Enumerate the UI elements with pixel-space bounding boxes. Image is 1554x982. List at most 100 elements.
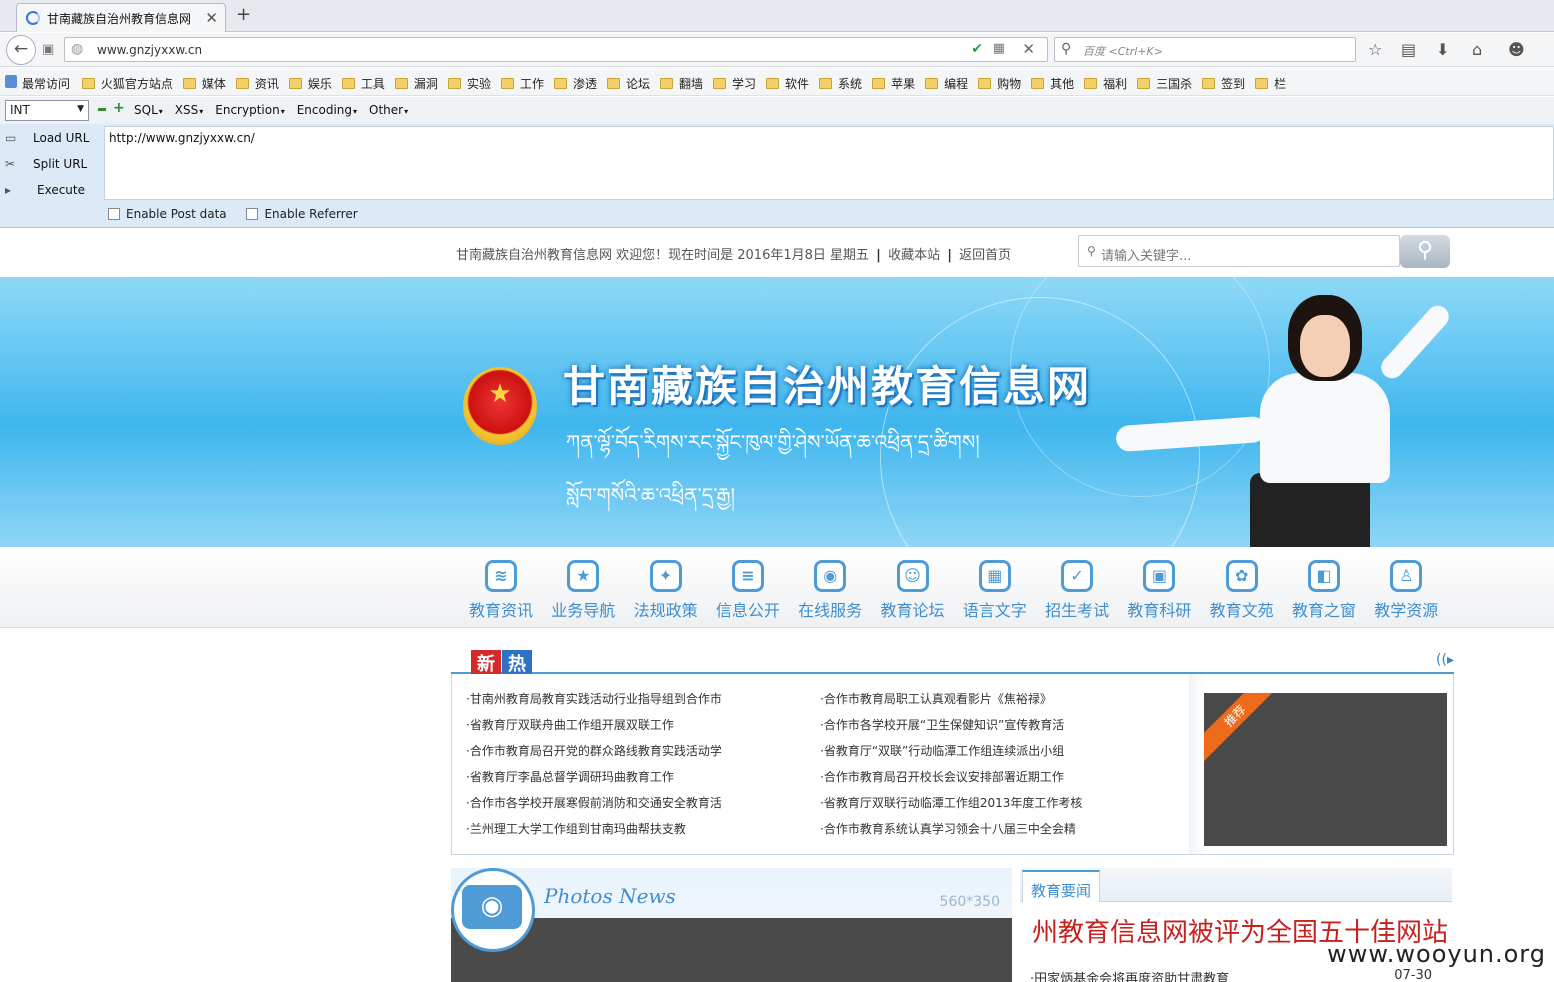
banner-tibetan-subtitle: སློབ་གསོའི་ཆ་འཕྲིན་དྲ་རྒྱ། bbox=[566, 483, 735, 507]
bookmark-folder[interactable]: 漏洞 bbox=[394, 75, 438, 92]
increase-icon[interactable]: + bbox=[113, 100, 125, 116]
address-bar[interactable]: ◍ www.gnzjyxxw.cn ✔ ▦ ✕ bbox=[64, 37, 1048, 62]
type-select-value: INT bbox=[10, 103, 30, 117]
hackbar-menu-encoding[interactable]: Encoding bbox=[297, 103, 357, 117]
bookmark-folder[interactable]: 福利 bbox=[1084, 75, 1127, 92]
folder-icon bbox=[553, 78, 567, 89]
bookmark-folder[interactable]: 实验 bbox=[447, 75, 491, 92]
bookmark-folder[interactable]: 其他 bbox=[1031, 75, 1074, 92]
bookmark-folder[interactable]: 媒体 bbox=[182, 75, 226, 92]
bookmark-folder[interactable]: 系统 bbox=[819, 75, 862, 92]
tab-education-news[interactable]: 教育要闻 bbox=[1022, 870, 1101, 902]
nav-item[interactable]: ▣ 教育科研 bbox=[1118, 548, 1200, 621]
folder-icon bbox=[1137, 78, 1151, 89]
bookmark-folder[interactable]: 编程 bbox=[925, 75, 968, 92]
news-item[interactable]: ·省教育厅“双联”行动临潭工作组连续派出小组 bbox=[820, 742, 1082, 768]
home-link[interactable]: 返回首页 bbox=[959, 248, 1011, 263]
star-icon: ★ bbox=[567, 560, 600, 592]
nav-item[interactable]: ☺ 教育论坛 bbox=[872, 548, 954, 621]
news-item[interactable]: ·合作市教育系统认真学习领会十八届三中全会精 bbox=[820, 820, 1082, 846]
news-item[interactable]: ·合作市教育局召开党的群众路线教育实践活动学 bbox=[466, 742, 722, 768]
folder-icon bbox=[978, 78, 992, 89]
nav-item[interactable]: ♙ 教学资源 bbox=[1365, 548, 1447, 621]
chat-icon[interactable]: ☻ bbox=[1508, 40, 1525, 59]
broadcast-icon[interactable]: ((▸ bbox=[1436, 652, 1454, 668]
news-item[interactable]: ·甘南州教育局教育实践活动行业指导组到合作市 bbox=[466, 690, 722, 716]
tab-active[interactable]: 甘南藏族自治州教育信息网 ✕ bbox=[16, 3, 226, 32]
news-item[interactable]: ·省教育厅双联行动临潭工作组2013年度工作考核 bbox=[820, 794, 1082, 820]
search-bar[interactable]: ⚲ 百度 <Ctrl+K> bbox=[1054, 37, 1356, 62]
qr-code-icon[interactable]: ▦ bbox=[993, 41, 1005, 56]
download-icon[interactable]: ⬇ bbox=[1436, 40, 1449, 59]
hackbar-menu-sql[interactable]: SQL bbox=[134, 103, 163, 117]
bookmark-most-visited[interactable]: 最常访问 bbox=[22, 75, 70, 92]
bookmark-label: 其他 bbox=[1050, 77, 1075, 91]
url-text[interactable]: www.gnzjyxxw.cn bbox=[97, 43, 202, 57]
nav-item[interactable]: ◧ 教育之窗 bbox=[1283, 548, 1365, 621]
url-textarea[interactable]: http://www.gnzjyxxw.cn/ bbox=[104, 126, 1554, 200]
nav-item[interactable]: ▦ 语言文字 bbox=[954, 548, 1036, 621]
hackbar-menu-xss[interactable]: XSS bbox=[175, 103, 203, 117]
bookmark-folder[interactable]: 工作 bbox=[500, 75, 544, 92]
bookmark-folder[interactable]: 栏 bbox=[1255, 75, 1286, 92]
bookmark-folder[interactable]: 签到 bbox=[1202, 75, 1245, 92]
decrease-icon[interactable] bbox=[98, 108, 106, 111]
home-icon[interactable]: ⌂ bbox=[1472, 40, 1482, 59]
bookmark-folder[interactable]: 渗透 bbox=[553, 75, 597, 92]
browser-window: 甘南藏族自治州教育信息网 ✕ + ← ▣ ◍ www.gnzjyxxw.cn ✔… bbox=[0, 0, 1554, 982]
bookmark-folder[interactable]: 学习 bbox=[713, 75, 756, 92]
favorite-link[interactable]: 收藏本站 bbox=[888, 248, 940, 263]
nav-item[interactable]: ≡ 信息公开 bbox=[707, 548, 789, 621]
bookmark-folder[interactable]: 论坛 bbox=[606, 75, 650, 92]
news-item[interactable]: ·合作市各学校开展寒假前消防和交通安全教育活 bbox=[466, 794, 722, 820]
nav-label: 教育科研 bbox=[1127, 601, 1192, 620]
news-item[interactable]: ·兰州理工大学工作组到甘南玛曲帮扶支教 bbox=[466, 820, 722, 846]
reading-list-icon[interactable]: ▤ bbox=[1401, 40, 1416, 59]
site-search-input[interactable]: ⚲ 请输入关键字... bbox=[1078, 235, 1400, 267]
news-item[interactable]: ·省教育厅双联舟曲工作组开展双联工作 bbox=[466, 716, 722, 742]
nav-item[interactable]: ✿ 教育文苑 bbox=[1201, 548, 1283, 621]
tab-close-icon[interactable]: ✕ bbox=[205, 9, 218, 27]
bookmark-folder[interactable]: 苹果 bbox=[872, 75, 915, 92]
separator: | bbox=[876, 248, 881, 263]
enable-post-checkbox[interactable]: Enable Post data bbox=[108, 207, 227, 221]
back-button[interactable]: ← bbox=[6, 35, 36, 65]
news-item[interactable]: ·合作市教育局职工认真观看影片《焦裕禄》 bbox=[820, 690, 1082, 716]
bookmark-label: 火狐官方站点 bbox=[100, 77, 173, 91]
shield-icon[interactable]: ✔ bbox=[971, 41, 983, 57]
enable-referrer-checkbox[interactable]: Enable Referrer bbox=[246, 207, 358, 221]
bookmark-star-icon[interactable]: ☆ bbox=[1368, 40, 1382, 59]
page-download-icon[interactable]: ▣ bbox=[42, 42, 54, 57]
news-item[interactable]: ·合作市各学校开展“卫生保健知识”宣传教育活 bbox=[820, 716, 1082, 742]
bookmark-folder[interactable]: 三国杀 bbox=[1137, 75, 1192, 92]
bookmark-label: 资讯 bbox=[254, 77, 279, 91]
bookmark-folder[interactable]: 翻墙 bbox=[660, 75, 703, 92]
photo-slideshow[interactable] bbox=[451, 918, 1012, 982]
news-item[interactable]: ·省教育厅李晶总督学调研玛曲教育工作 bbox=[466, 768, 722, 794]
hackbar-menu-encryption[interactable]: Encryption bbox=[215, 103, 284, 117]
bookmark-folder[interactable]: 购物 bbox=[978, 75, 1021, 92]
folder-icon bbox=[288, 78, 302, 89]
clear-url-icon[interactable]: ✕ bbox=[1022, 40, 1035, 58]
new-tab-button[interactable]: + bbox=[236, 4, 251, 25]
calendar-icon: ▦ bbox=[978, 560, 1011, 592]
bookmark-folder[interactable]: 娱乐 bbox=[288, 75, 332, 92]
folder-icon bbox=[1084, 78, 1098, 89]
site-search-button[interactable]: ⚲ bbox=[1400, 235, 1450, 268]
bookmark-folder[interactable]: 软件 bbox=[766, 75, 809, 92]
nav-item[interactable]: ✦ 法规政策 bbox=[625, 548, 707, 621]
type-select[interactable]: INT ▼ bbox=[5, 100, 89, 121]
news-item[interactable]: ·合作市教育局召开校长会议安排部署近期工作 bbox=[820, 768, 1082, 794]
bookmark-folder[interactable]: 工具 bbox=[341, 75, 385, 92]
nav-item[interactable]: ✓ 招生考试 bbox=[1036, 548, 1118, 621]
shirt-shape bbox=[1260, 373, 1390, 483]
nav-item[interactable]: ◉ 在线服务 bbox=[789, 548, 871, 621]
bookmark-folder[interactable]: 火狐官方站点 bbox=[81, 75, 173, 92]
nav-item[interactable]: ≋ 教育资讯 bbox=[460, 548, 542, 621]
recommended-photo[interactable]: 推荐 bbox=[1204, 693, 1447, 846]
user-icon: ♙ bbox=[1390, 560, 1423, 592]
nav-item[interactable]: ★ 业务导航 bbox=[542, 548, 624, 621]
edu-news-item[interactable]: ·田家炳基金会将再度资助甘肃教育 bbox=[1030, 968, 1229, 982]
hackbar-menu-other[interactable]: Other bbox=[369, 103, 408, 117]
bookmark-folder[interactable]: 资讯 bbox=[235, 75, 279, 92]
